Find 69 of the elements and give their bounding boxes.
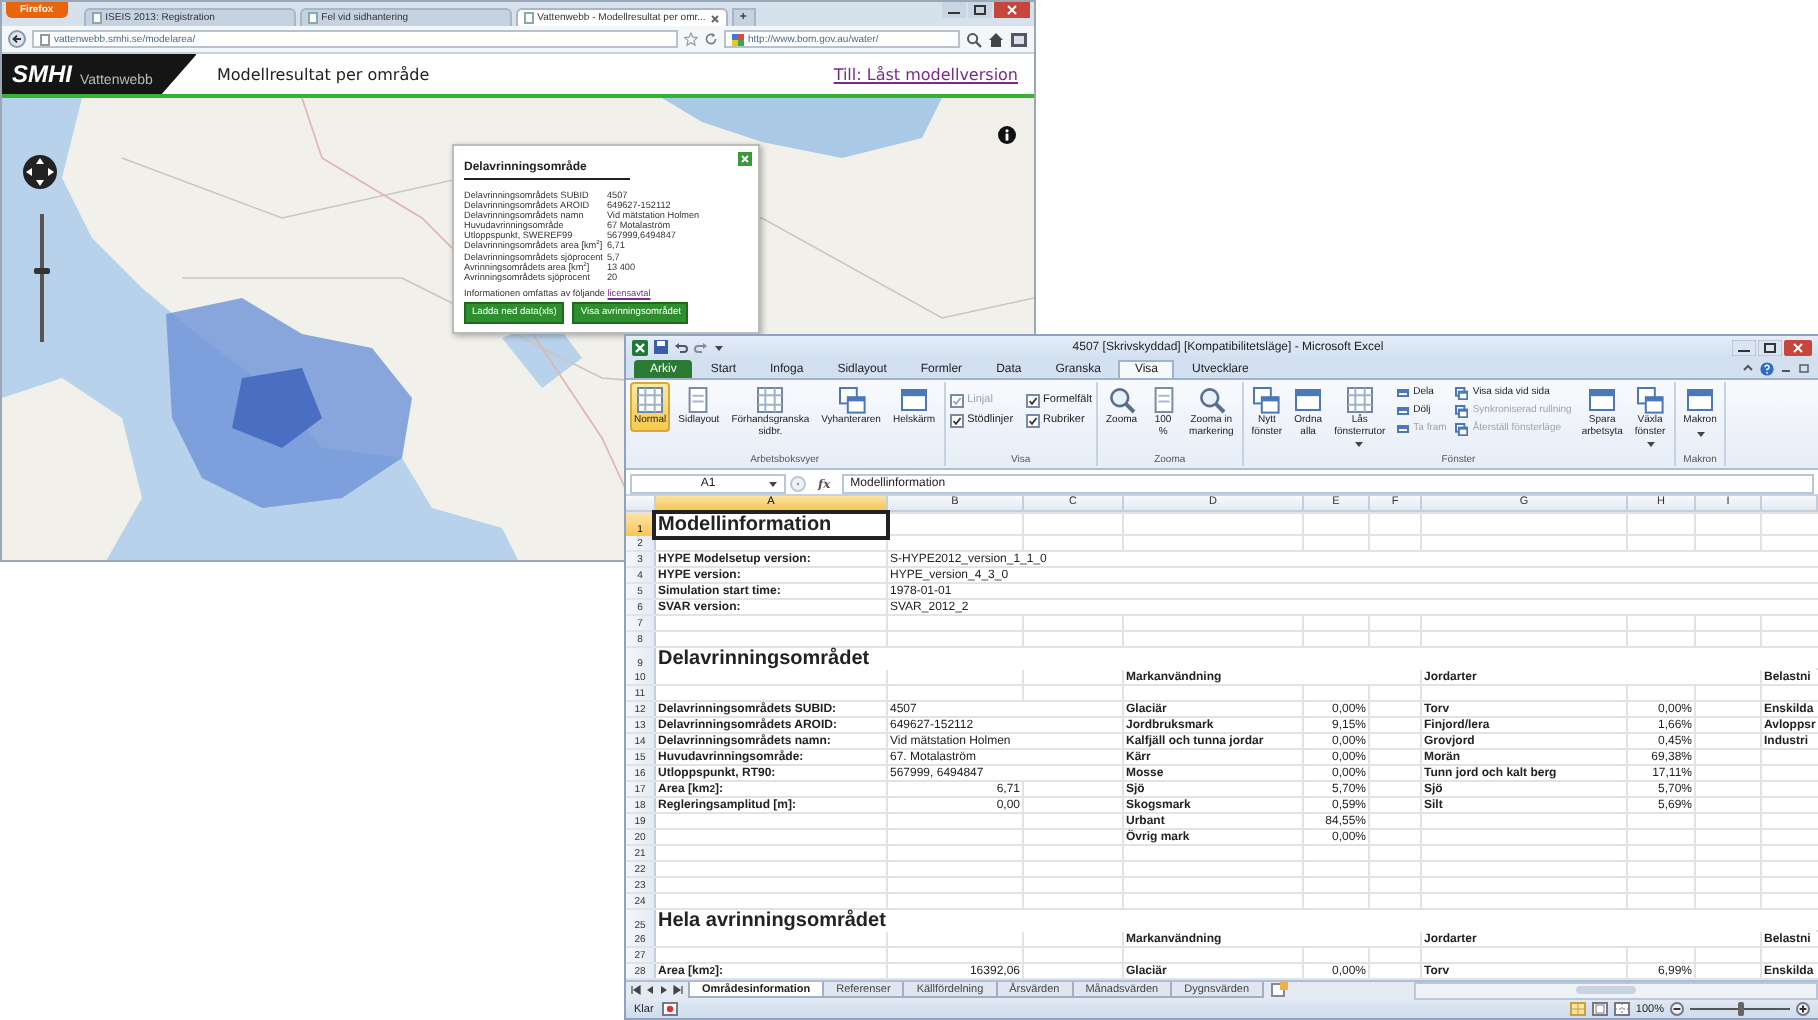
close-icon[interactable]	[709, 13, 720, 23]
window-icon	[1686, 386, 1715, 414]
checkbox[interactable]	[1025, 413, 1040, 427]
maximize-icon[interactable]	[968, 2, 992, 18]
section-heading: Modellinformation	[656, 514, 886, 536]
page-layout-icon[interactable]	[1591, 1002, 1608, 1016]
logo-text: SMHI	[12, 60, 72, 88]
section-heading: Hela avrinningsområdet	[656, 910, 1816, 932]
checkbox[interactable]	[949, 413, 964, 427]
magnifier-icon	[1107, 386, 1136, 414]
slider-thumb[interactable]	[34, 268, 50, 275]
help-icon[interactable]	[1760, 361, 1774, 375]
redo-icon[interactable]	[694, 340, 708, 354]
windows-icon	[1454, 421, 1469, 435]
macro-record-icon[interactable]	[661, 1002, 678, 1016]
grid-icon	[636, 386, 665, 414]
info-icon[interactable]	[998, 126, 1016, 144]
search-engine-icon	[732, 33, 744, 45]
close-icon[interactable]	[994, 2, 1030, 18]
pan-control-icon[interactable]	[22, 154, 58, 190]
minimize-icon[interactable]	[942, 2, 966, 18]
window-icon	[1588, 386, 1617, 414]
page-icon	[684, 386, 713, 414]
close-icon[interactable]	[1784, 339, 1812, 355]
grid-icon	[1345, 386, 1374, 414]
page-title: Modellresultat per område	[216, 65, 430, 83]
excel-icon[interactable]	[632, 339, 648, 355]
windows-icon	[1454, 385, 1469, 399]
checkbox[interactable]	[1025, 393, 1040, 407]
collapse-ribbon-icon[interactable]	[1742, 362, 1754, 374]
restore-icon[interactable]	[1798, 362, 1810, 374]
back-arrow-icon[interactable]	[8, 30, 26, 48]
minimize-icon[interactable]	[1732, 339, 1756, 355]
version-link[interactable]: Till: Låst modellversion	[833, 65, 1018, 83]
undo-icon[interactable]	[674, 340, 688, 354]
windows-icon	[837, 386, 866, 414]
first-sheet-icon[interactable]	[630, 984, 642, 996]
page-icon	[1149, 386, 1178, 414]
section-heading: Delavrinningsområdet	[656, 648, 1816, 670]
next-sheet-icon[interactable]	[658, 984, 670, 996]
last-sheet-icon[interactable]	[672, 984, 684, 996]
window-icon	[1294, 386, 1323, 414]
windows-icon	[1636, 386, 1665, 414]
maximize-icon[interactable]	[1758, 339, 1782, 355]
windows-icon	[1454, 403, 1469, 417]
bookmarks-icon[interactable]	[1010, 31, 1028, 47]
page-icon	[40, 33, 50, 45]
window-icon	[900, 386, 929, 414]
windows-icon	[1252, 386, 1281, 414]
caret-icon	[714, 343, 724, 351]
search-icon[interactable]	[966, 31, 982, 47]
zoom-in-icon[interactable]	[1796, 1002, 1810, 1016]
home-icon[interactable]	[988, 31, 1004, 47]
reload-icon[interactable]	[704, 32, 718, 46]
window-icon	[1395, 421, 1410, 435]
magnifier-icon	[1197, 386, 1226, 414]
slider-thumb[interactable]	[1737, 1002, 1743, 1016]
zoom-out-icon[interactable]	[1670, 1002, 1684, 1016]
resize-handle-icon[interactable]	[790, 476, 806, 492]
window-icon	[1395, 403, 1410, 417]
horizontal-scrollbar[interactable]	[1414, 982, 1818, 1000]
grid-icon	[756, 386, 785, 414]
caret-icon[interactable]	[768, 480, 778, 488]
insert-sheet-icon[interactable]	[1269, 982, 1290, 998]
page-break-icon[interactable]	[1613, 1002, 1630, 1016]
window-icon	[1395, 385, 1410, 399]
previous-sheet-icon[interactable]	[644, 984, 656, 996]
star-icon[interactable]	[684, 32, 698, 46]
save-icon[interactable]	[654, 340, 668, 354]
